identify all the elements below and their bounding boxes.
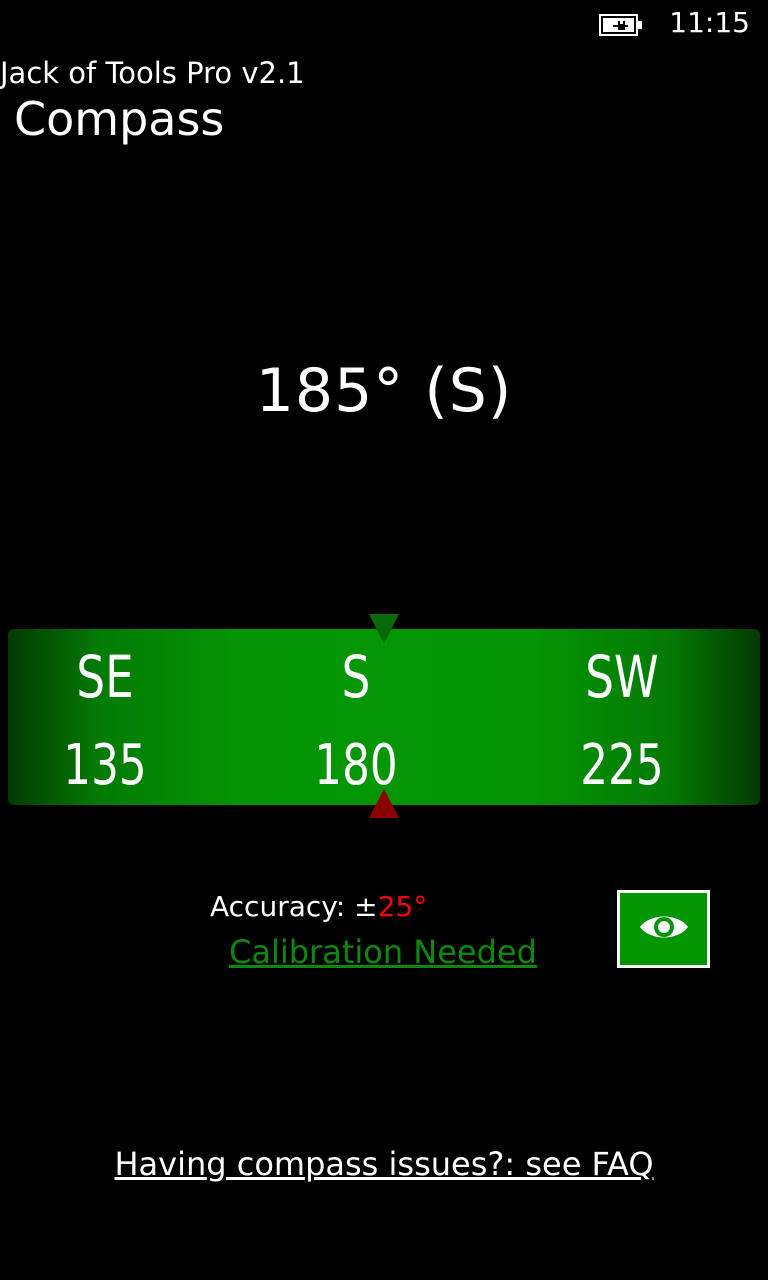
app-name: Jack of Tools Pro v2.1: [0, 56, 305, 90]
heading-pointer-top-icon: [368, 613, 400, 645]
heading-pointer-bottom-icon: [368, 788, 400, 819]
direction-label-se: SE: [76, 643, 134, 711]
eye-toggle-button[interactable]: [617, 890, 710, 968]
faq-link[interactable]: Having compass issues?: see FAQ: [0, 1145, 768, 1183]
compass-strip: SE S SW 135 180 225: [8, 629, 760, 805]
page-title: Compass: [14, 92, 225, 146]
battery-charging-icon: [599, 13, 643, 37]
status-bar: 11:15: [0, 0, 768, 50]
calibration-needed-link[interactable]: Calibration Needed: [229, 933, 537, 971]
clock: 11:15: [669, 6, 750, 39]
degree-label-135: 135: [63, 733, 147, 798]
accuracy-readout: Accuracy: ±25°: [210, 890, 427, 923]
accuracy-label: Accuracy: ±: [210, 890, 378, 923]
eye-icon: [638, 911, 690, 947]
accuracy-value: 25°: [377, 890, 428, 923]
direction-label-sw: SW: [585, 643, 659, 711]
heading-readout: 185° (S): [255, 356, 513, 426]
degree-label-225: 225: [580, 733, 664, 798]
direction-label-s: S: [341, 643, 371, 711]
